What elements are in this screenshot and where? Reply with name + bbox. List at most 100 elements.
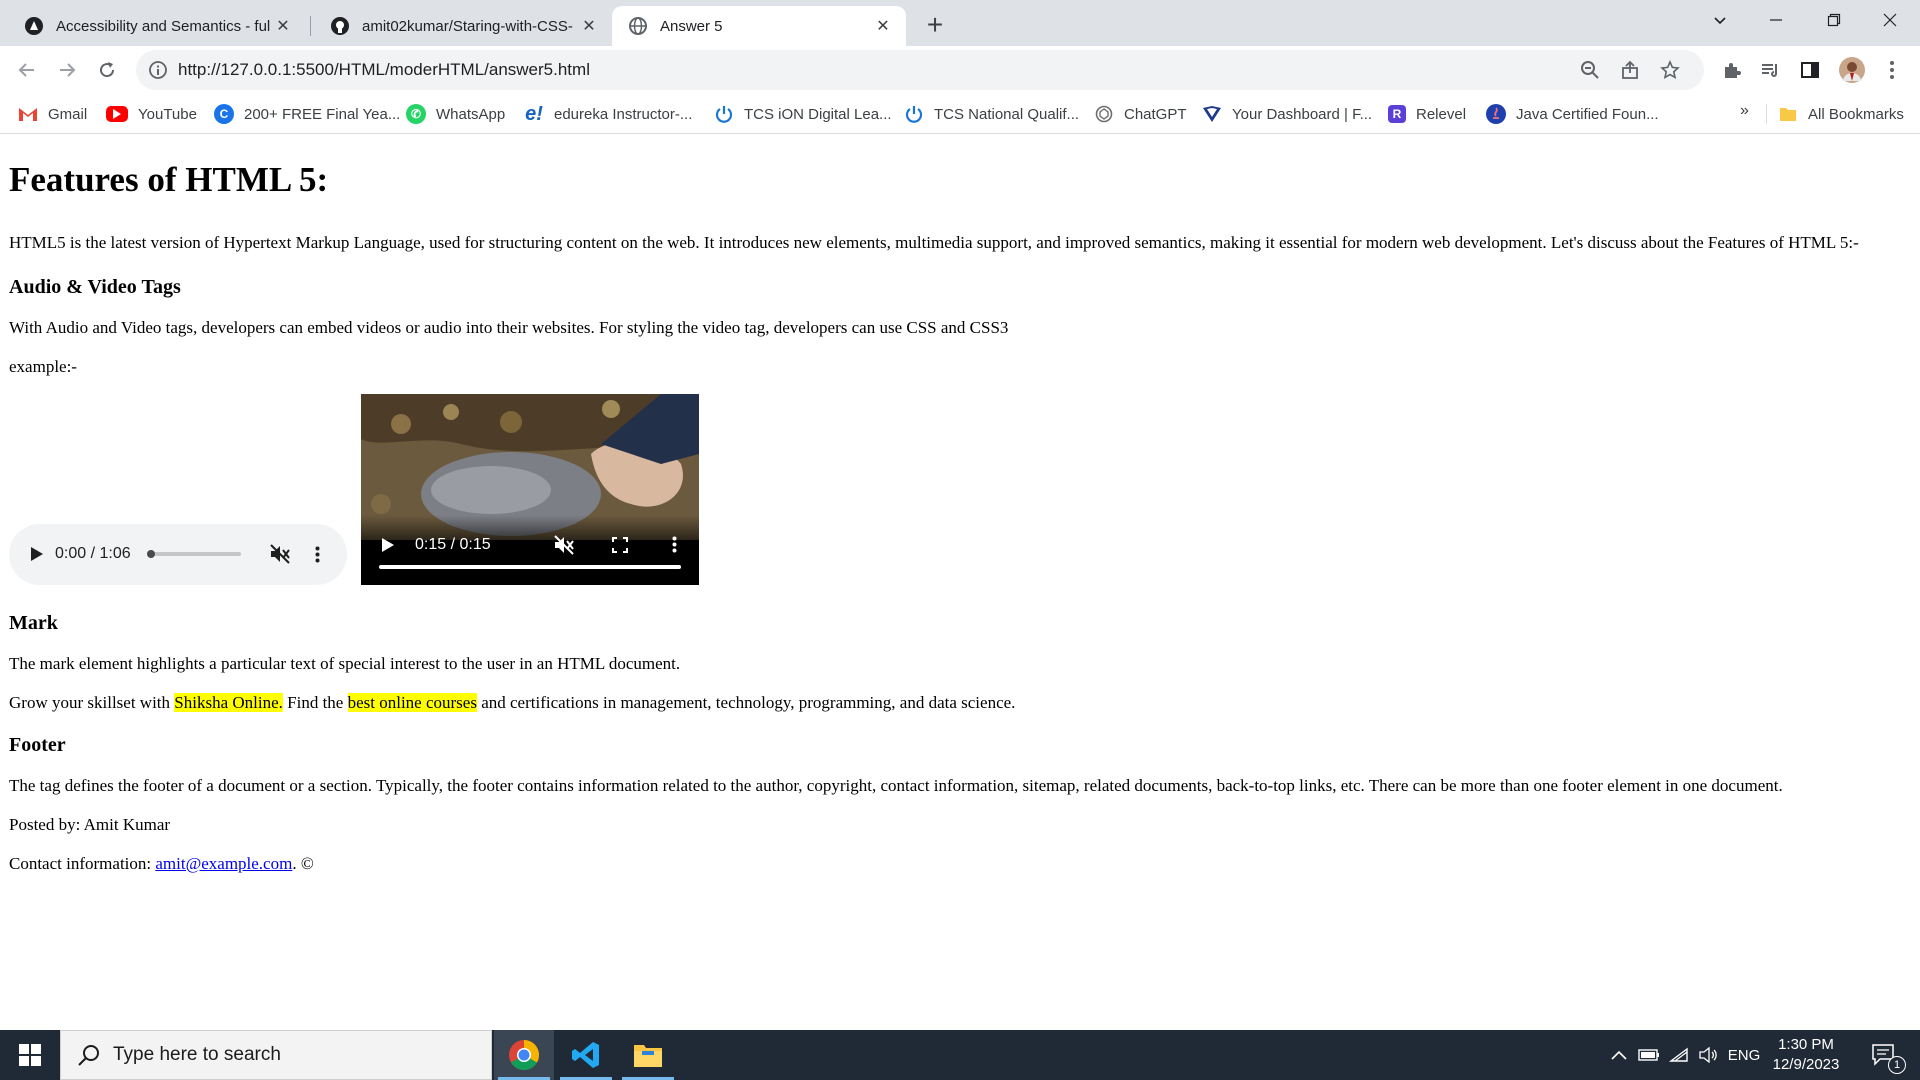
search-placeholder: Type here to search: [113, 1044, 281, 1065]
video-controls: 0:15 / 0:15: [361, 514, 699, 585]
bookmark-youtube[interactable]: YouTube: [106, 102, 197, 126]
audio-seek-bar[interactable]: [146, 550, 241, 558]
site-dark-icon: [25, 17, 43, 35]
folder-icon: [634, 1045, 662, 1067]
section-heading-audio-video: Audio & Video Tags: [9, 275, 181, 298]
bookmark-chatgpt[interactable]: ChatGPT: [1094, 102, 1187, 126]
tab-title: Answer 5: [660, 17, 723, 35]
more-vertical-icon[interactable]: [315, 546, 320, 563]
windows-icon: [19, 1044, 41, 1066]
zoom-button[interactable]: [1576, 56, 1604, 84]
volume-icon[interactable]: [1696, 1030, 1722, 1080]
close-icon[interactable]: ✕: [578, 15, 600, 37]
close-window-button[interactable]: [1862, 0, 1918, 40]
taskbar-app-chrome[interactable]: [494, 1030, 554, 1080]
menu-button[interactable]: [1878, 56, 1906, 84]
tab-separator: [310, 16, 311, 36]
section-heading-footer: Footer: [9, 733, 66, 756]
tab-accessibility[interactable]: Accessibility and Semantics - ful ✕: [8, 6, 306, 46]
relevel-icon: R: [1388, 105, 1406, 123]
reload-icon: [100, 62, 115, 78]
more-vertical-icon[interactable]: [661, 532, 687, 558]
info-icon[interactable]: [148, 60, 168, 80]
bookmark-dashboard[interactable]: Your Dashboard | F...: [1202, 102, 1372, 126]
page-title: Features of HTML 5:: [9, 160, 329, 199]
edureka-icon: e!: [525, 102, 543, 125]
mute-icon[interactable]: [551, 532, 577, 558]
address-bar[interactable]: http://127.0.0.1:5500/HTML/moderHTML/ans…: [136, 50, 1704, 90]
bookmark-label: ChatGPT: [1124, 105, 1187, 123]
highlighted-text: Shiksha Online.: [174, 692, 283, 712]
taskbar: Type here to search ENG 1:30 PM 12/9/202…: [0, 1030, 1920, 1080]
bookmark-relevel[interactable]: R Relevel: [1388, 102, 1466, 126]
page-content: Features of HTML 5: HTML5 is the latest …: [0, 135, 1920, 1030]
back-button[interactable]: [9, 52, 45, 88]
mark-example-paragraph: Grow your skillset with Shiksha Online. …: [9, 692, 1911, 713]
video-player[interactable]: 0:15 / 0:15: [361, 393, 699, 585]
tab-answer5[interactable]: Answer 5 ✕: [612, 6, 906, 46]
bookmark-edureka[interactable]: e! edureka Instructor-...: [524, 102, 692, 126]
start-button[interactable]: [0, 1030, 60, 1080]
star-icon: [1660, 60, 1680, 79]
taskbar-search-box[interactable]: Type here to search: [60, 1030, 492, 1080]
text-segment: and certifications in management, techno…: [476, 692, 1016, 712]
text-segment: Grow your skillset with: [9, 692, 175, 712]
vscode-icon: [572, 1042, 599, 1068]
language-indicator[interactable]: ENG: [1726, 1030, 1762, 1080]
tab-github[interactable]: amit02kumar/Staring-with-CSS- ✕: [314, 6, 612, 46]
new-tab-button[interactable]: +: [918, 8, 952, 42]
battery-icon[interactable]: [1636, 1030, 1662, 1080]
audio-player[interactable]: 0:00 / 1:06: [9, 523, 347, 585]
bookmark-tcs-nqt[interactable]: TCS National Qualif...: [904, 102, 1079, 126]
power-icon: [904, 104, 924, 124]
bookmark-whatsapp[interactable]: ✆ WhatsApp: [406, 102, 505, 126]
seek-knob[interactable]: [146, 550, 155, 558]
wifi-icon[interactable]: [1666, 1030, 1692, 1080]
text-segment: Contact information:: [9, 853, 156, 873]
clock-date: 12/9/2023: [1772, 1056, 1840, 1073]
play-icon[interactable]: [375, 532, 401, 558]
mute-icon[interactable]: [269, 544, 291, 564]
media-row: 0:00 / 1:06 0:15 / 0:15: [9, 393, 1911, 585]
close-icon[interactable]: ✕: [272, 15, 294, 37]
video-time: 0:15 / 0:15: [415, 535, 491, 553]
taskbar-app-vscode[interactable]: [556, 1030, 616, 1080]
play-icon[interactable]: [31, 547, 43, 561]
bookmark-gmail[interactable]: Gmail: [18, 102, 87, 126]
notifications-button[interactable]: 1: [1862, 1030, 1906, 1080]
bookmarks-overflow-button[interactable]: »: [1740, 102, 1749, 120]
bookmark-label: TCS National Qualif...: [934, 105, 1080, 123]
bookmark-label: edureka Instructor-...: [554, 105, 693, 123]
clock[interactable]: 1:30 PM 12/9/2023: [1762, 1035, 1850, 1075]
notification-count: 1: [1888, 1056, 1906, 1074]
bookmark-star-button[interactable]: [1656, 56, 1684, 84]
example-label: example:-: [9, 356, 77, 376]
side-panel-button[interactable]: [1796, 56, 1824, 84]
restore-button[interactable]: [1806, 0, 1862, 40]
bookmark-java[interactable]: Java Certified Foun...: [1486, 102, 1659, 126]
forward-button[interactable]: [49, 52, 85, 88]
bookmark-label: YouTube: [138, 105, 197, 123]
minimize-button[interactable]: [1748, 0, 1804, 40]
bookmark-tcs-ion[interactable]: TCS iON Digital Lea...: [714, 102, 892, 126]
share-button[interactable]: [1616, 56, 1644, 84]
reading-list-button[interactable]: [1756, 56, 1784, 84]
reload-button[interactable]: [89, 52, 125, 88]
bookmark-final-year[interactable]: C 200+ FREE Final Yea...: [214, 102, 400, 126]
fullscreen-icon[interactable]: [607, 532, 633, 558]
email-link[interactable]: amit@example.com: [155, 854, 292, 873]
taskbar-app-file-explorer[interactable]: [618, 1030, 678, 1080]
video-progress-bar[interactable]: [379, 564, 681, 569]
tab-search-button[interactable]: [1692, 0, 1748, 40]
bookmark-label: Gmail: [48, 105, 88, 123]
posted-by: Posted by: Amit Kumar: [9, 814, 171, 834]
divider: [1766, 104, 1767, 124]
url-text[interactable]: http://127.0.0.1:5500/HTML/moderHTML/ans…: [178, 60, 590, 80]
youtube-icon: [106, 106, 128, 122]
extensions-button[interactable]: [1718, 56, 1746, 84]
close-icon[interactable]: ✕: [872, 15, 894, 37]
chatgpt-icon: [1094, 104, 1114, 124]
all-bookmarks-folder[interactable]: All Bookmarks: [1778, 102, 1904, 126]
profile-button[interactable]: [1838, 56, 1866, 84]
chevron-up-icon[interactable]: [1606, 1030, 1632, 1080]
